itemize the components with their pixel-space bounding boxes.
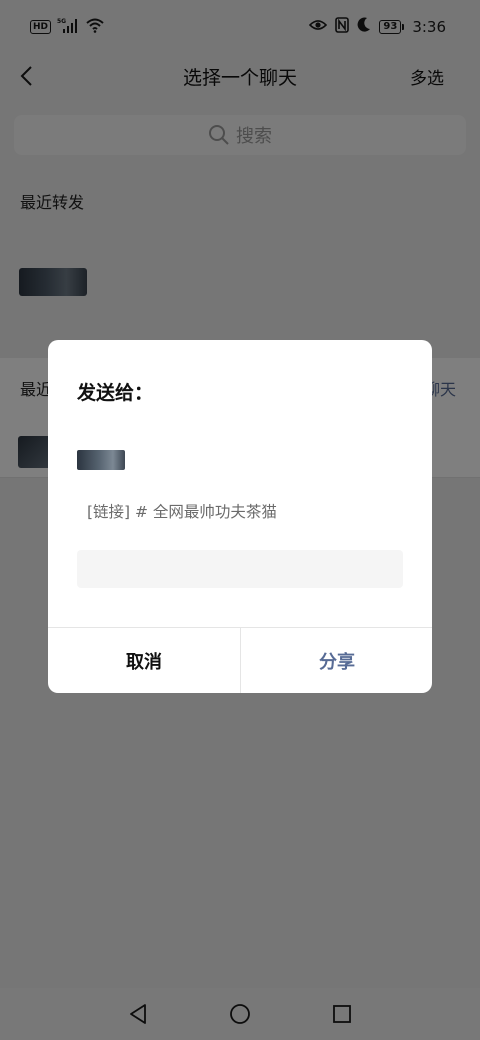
- link-preview-text: [链接] # 全网最帅功夫茶猫: [87, 503, 277, 521]
- cancel-button[interactable]: 取消: [48, 628, 240, 693]
- recipient-avatar: [77, 450, 125, 470]
- share-button[interactable]: 分享: [241, 628, 432, 693]
- share-screen: HD 5G: [0, 0, 480, 1040]
- dialog-title: 发送给：: [77, 382, 154, 404]
- message-input[interactable]: [77, 550, 403, 588]
- send-to-dialog: 发送给： [链接] # 全网最帅功夫茶猫 取消 分享: [48, 340, 432, 693]
